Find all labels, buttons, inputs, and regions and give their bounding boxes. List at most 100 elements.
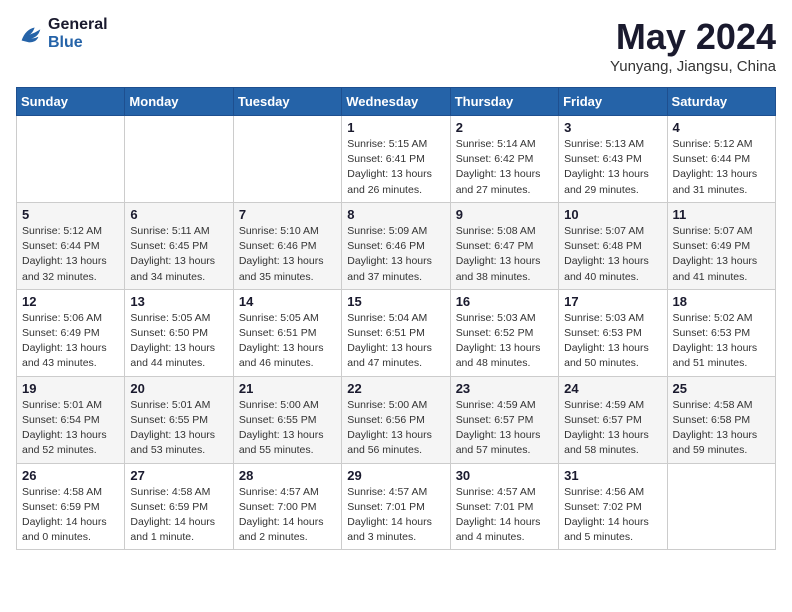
day-number: 8 [347, 207, 444, 222]
day-info: Sunrise: 5:01 AM Sunset: 6:55 PM Dayligh… [130, 398, 227, 459]
day-number: 24 [564, 381, 661, 396]
day-number: 9 [456, 207, 553, 222]
calendar-cell: 31 Sunrise: 4:56 AM Sunset: 7:02 PM Dayli… [559, 463, 667, 550]
calendar-cell: 10 Sunrise: 5:07 AM Sunset: 6:48 PM Dayli… [559, 202, 667, 289]
day-number: 28 [239, 468, 336, 483]
day-number: 31 [564, 468, 661, 483]
calendar-cell: 24 Sunrise: 4:59 AM Sunset: 6:57 PM Dayli… [559, 376, 667, 463]
calendar-cell: 25 Sunrise: 4:58 AM Sunset: 6:58 PM Dayli… [667, 376, 775, 463]
calendar-week-row: 12Sunrise: 5:06 AM Sunset: 6:49 PM Dayli… [17, 289, 776, 376]
calendar-cell: 27Sunrise: 4:58 AM Sunset: 6:59 PM Dayli… [125, 463, 233, 550]
day-number: 16 [456, 294, 553, 309]
logo: General Blue [16, 16, 108, 52]
day-number: 7 [239, 207, 336, 222]
calendar-cell: 19 Sunrise: 5:01 AM Sunset: 6:54 PM Dayli… [17, 376, 125, 463]
calendar-cell: 16 Sunrise: 5:03 AM Sunset: 6:52 PM Dayli… [450, 289, 558, 376]
day-number: 2 [456, 120, 553, 135]
day-info: Sunrise: 4:57 AM Sunset: 7:01 PM Dayligh… [347, 485, 444, 546]
day-info: Sunrise: 5:00 AM Sunset: 6:55 PM Dayligh… [239, 398, 336, 459]
day-info: Sunrise: 5:00 AM Sunset: 6:56 PM Dayligh… [347, 398, 444, 459]
calendar-cell: 22 Sunrise: 5:00 AM Sunset: 6:56 PM Dayli… [342, 376, 450, 463]
weekday-header-thursday: Thursday [450, 88, 558, 116]
day-number: 21 [239, 381, 336, 396]
day-info: Sunrise: 4:56 AM Sunset: 7:02 PM Dayligh… [564, 485, 661, 546]
logo-icon [16, 20, 44, 48]
calendar-cell: 21 Sunrise: 5:00 AM Sunset: 6:55 PM Dayli… [233, 376, 341, 463]
day-number: 30 [456, 468, 553, 483]
day-info: Sunrise: 5:07 AM Sunset: 6:49 PM Dayligh… [673, 224, 770, 285]
calendar-cell: 14Sunrise: 5:05 AM Sunset: 6:51 PM Dayli… [233, 289, 341, 376]
location: Yunyang, Jiangsu, China [610, 58, 776, 75]
day-info: Sunrise: 4:59 AM Sunset: 6:57 PM Dayligh… [456, 398, 553, 459]
day-info: Sunrise: 5:03 AM Sunset: 6:53 PM Dayligh… [564, 311, 661, 372]
calendar-table: SundayMondayTuesdayWednesdayThursdayFrid… [16, 87, 776, 550]
day-number: 29 [347, 468, 444, 483]
day-number: 12 [22, 294, 119, 309]
day-info: Sunrise: 5:02 AM Sunset: 6:53 PM Dayligh… [673, 311, 770, 372]
day-info: Sunrise: 4:57 AM Sunset: 7:00 PM Dayligh… [239, 485, 336, 546]
calendar-cell: 5 Sunrise: 5:12 AM Sunset: 6:44 PM Daylig… [17, 202, 125, 289]
weekday-header-row: SundayMondayTuesdayWednesdayThursdayFrid… [17, 88, 776, 116]
calendar-cell: 17Sunrise: 5:03 AM Sunset: 6:53 PM Dayli… [559, 289, 667, 376]
day-number: 4 [673, 120, 770, 135]
day-info: Sunrise: 5:14 AM Sunset: 6:42 PM Dayligh… [456, 137, 553, 198]
calendar-cell: 1 Sunrise: 5:15 AM Sunset: 6:41 PM Daylig… [342, 116, 450, 203]
calendar-cell: 4 Sunrise: 5:12 AM Sunset: 6:44 PM Daylig… [667, 116, 775, 203]
calendar-cell: 12Sunrise: 5:06 AM Sunset: 6:49 PM Dayli… [17, 289, 125, 376]
day-number: 1 [347, 120, 444, 135]
calendar-cell [125, 116, 233, 203]
weekday-header-friday: Friday [559, 88, 667, 116]
day-info: Sunrise: 4:59 AM Sunset: 6:57 PM Dayligh… [564, 398, 661, 459]
day-info: Sunrise: 4:58 AM Sunset: 6:58 PM Dayligh… [673, 398, 770, 459]
day-number: 18 [673, 294, 770, 309]
weekday-header-monday: Monday [125, 88, 233, 116]
calendar-cell: 28 Sunrise: 4:57 AM Sunset: 7:00 PM Dayli… [233, 463, 341, 550]
calendar-cell: 8 Sunrise: 5:09 AM Sunset: 6:46 PM Daylig… [342, 202, 450, 289]
day-info: Sunrise: 4:58 AM Sunset: 6:59 PM Dayligh… [130, 485, 227, 546]
day-number: 11 [673, 207, 770, 222]
calendar-cell: 15Sunrise: 5:04 AM Sunset: 6:51 PM Dayli… [342, 289, 450, 376]
day-info: Sunrise: 4:57 AM Sunset: 7:01 PM Dayligh… [456, 485, 553, 546]
day-number: 22 [347, 381, 444, 396]
title-block: May 2024 Yunyang, Jiangsu, China [610, 16, 776, 75]
day-info: Sunrise: 5:08 AM Sunset: 6:47 PM Dayligh… [456, 224, 553, 285]
calendar-cell: 2 Sunrise: 5:14 AM Sunset: 6:42 PM Daylig… [450, 116, 558, 203]
day-info: Sunrise: 4:58 AM Sunset: 6:59 PM Dayligh… [22, 485, 119, 546]
calendar-cell [667, 463, 775, 550]
day-info: Sunrise: 5:10 AM Sunset: 6:46 PM Dayligh… [239, 224, 336, 285]
calendar-week-row: 26 Sunrise: 4:58 AM Sunset: 6:59 PM Dayli… [17, 463, 776, 550]
day-number: 14 [239, 294, 336, 309]
day-info: Sunrise: 5:09 AM Sunset: 6:46 PM Dayligh… [347, 224, 444, 285]
day-number: 6 [130, 207, 227, 222]
calendar-cell: 26 Sunrise: 4:58 AM Sunset: 6:59 PM Dayli… [17, 463, 125, 550]
day-info: Sunrise: 5:15 AM Sunset: 6:41 PM Dayligh… [347, 137, 444, 198]
day-number: 13 [130, 294, 227, 309]
day-number: 25 [673, 381, 770, 396]
page-header: General Blue May 2024 Yunyang, Jiangsu, … [16, 16, 776, 75]
calendar-cell: 6 Sunrise: 5:11 AM Sunset: 6:45 PM Daylig… [125, 202, 233, 289]
calendar-cell: 18 Sunrise: 5:02 AM Sunset: 6:53 PM Dayli… [667, 289, 775, 376]
day-number: 5 [22, 207, 119, 222]
day-info: Sunrise: 5:12 AM Sunset: 6:44 PM Dayligh… [673, 137, 770, 198]
day-info: Sunrise: 5:07 AM Sunset: 6:48 PM Dayligh… [564, 224, 661, 285]
day-info: Sunrise: 5:03 AM Sunset: 6:52 PM Dayligh… [456, 311, 553, 372]
calendar-cell: 9 Sunrise: 5:08 AM Sunset: 6:47 PM Daylig… [450, 202, 558, 289]
calendar-week-row: 5 Sunrise: 5:12 AM Sunset: 6:44 PM Daylig… [17, 202, 776, 289]
day-number: 19 [22, 381, 119, 396]
calendar-body: 1 Sunrise: 5:15 AM Sunset: 6:41 PM Daylig… [17, 116, 776, 550]
day-info: Sunrise: 5:01 AM Sunset: 6:54 PM Dayligh… [22, 398, 119, 459]
day-info: Sunrise: 5:11 AM Sunset: 6:45 PM Dayligh… [130, 224, 227, 285]
weekday-header-tuesday: Tuesday [233, 88, 341, 116]
logo-text: General Blue [48, 16, 108, 52]
day-number: 20 [130, 381, 227, 396]
day-number: 26 [22, 468, 119, 483]
day-info: Sunrise: 5:05 AM Sunset: 6:50 PM Dayligh… [130, 311, 227, 372]
day-number: 23 [456, 381, 553, 396]
day-info: Sunrise: 5:13 AM Sunset: 6:43 PM Dayligh… [564, 137, 661, 198]
calendar-cell: 3Sunrise: 5:13 AM Sunset: 6:43 PM Daylig… [559, 116, 667, 203]
weekday-header-saturday: Saturday [667, 88, 775, 116]
calendar-cell: 11 Sunrise: 5:07 AM Sunset: 6:49 PM Dayli… [667, 202, 775, 289]
day-number: 10 [564, 207, 661, 222]
calendar-week-row: 1 Sunrise: 5:15 AM Sunset: 6:41 PM Daylig… [17, 116, 776, 203]
day-info: Sunrise: 5:12 AM Sunset: 6:44 PM Dayligh… [22, 224, 119, 285]
